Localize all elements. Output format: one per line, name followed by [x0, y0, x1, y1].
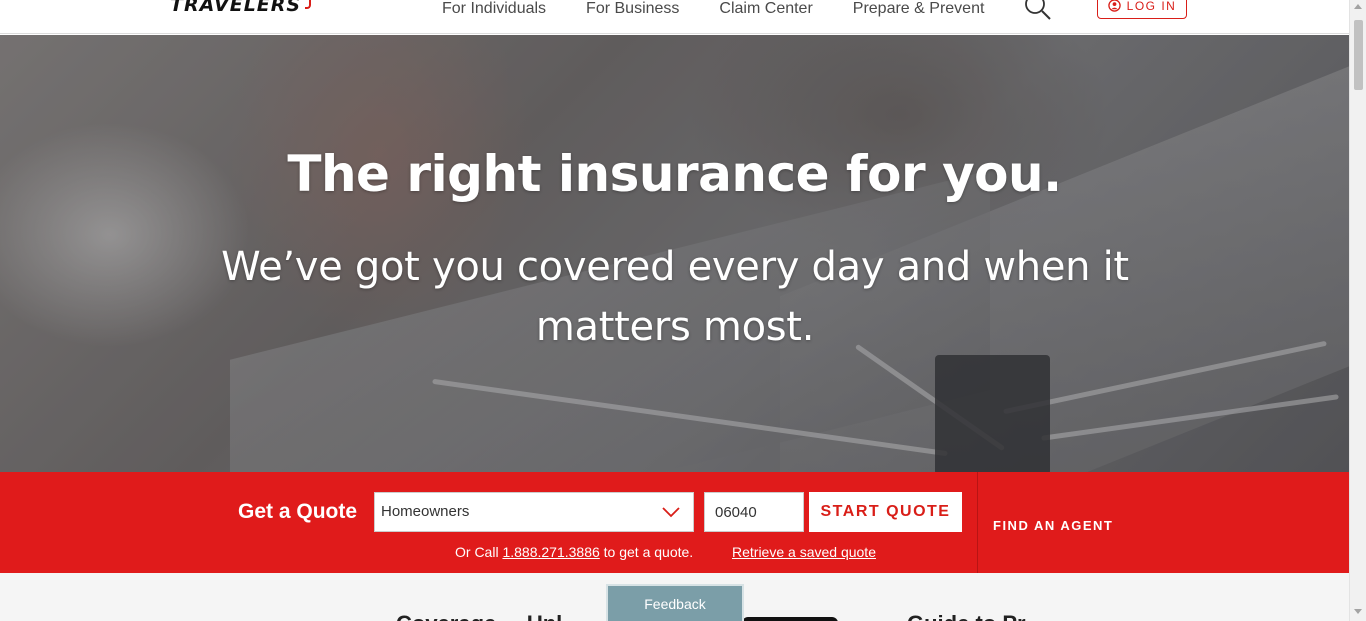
nav-for-business[interactable]: For Business — [586, 0, 679, 18]
product-select-value: Homeowners — [381, 503, 470, 520]
dark-badge — [742, 617, 838, 621]
user-icon — [1107, 0, 1121, 12]
nav-prepare-prevent[interactable]: Prepare & Prevent — [853, 0, 985, 18]
section-heading-left: Coverage ... Unl — [396, 611, 562, 621]
nav-for-individuals[interactable]: For Individuals — [442, 0, 546, 18]
logo-text: TRAVELERS — [170, 0, 302, 16]
nav-claim-center[interactable]: Claim Center — [719, 0, 812, 18]
call-suffix: to get a quote. — [599, 544, 694, 560]
hero-banner: The right insurance for you. We’ve got y… — [0, 35, 1349, 472]
divider — [977, 472, 978, 573]
hero-title: The right insurance for you. — [287, 145, 1062, 203]
feedback-button[interactable]: Feedback — [606, 584, 744, 621]
login-button[interactable]: LOG IN — [1097, 0, 1187, 19]
start-quote-button[interactable]: START QUOTE — [809, 492, 962, 532]
site-header: TRAVELERS For Individuals For Business C… — [0, 0, 1349, 34]
product-select[interactable]: Homeowners — [374, 492, 694, 532]
page-scrollbar[interactable] — [1349, 0, 1366, 621]
travelers-logo[interactable]: TRAVELERS — [170, 0, 312, 16]
phone-link[interactable]: 1.888.271.3886 — [502, 544, 599, 560]
retrieve-saved-quote-link[interactable]: Retrieve a saved quote — [732, 544, 876, 560]
umbrella-mark-icon — [305, 0, 312, 9]
login-label: LOG IN — [1126, 0, 1177, 13]
search-icon[interactable] — [1024, 0, 1052, 20]
quote-bar: Get a Quote Homeowners START QUOTE Or Ca… — [0, 472, 1349, 573]
page: TRAVELERS For Individuals For Business C… — [0, 0, 1349, 621]
main-nav: For Individuals For Business Claim Cente… — [442, 0, 1024, 18]
chevron-down-icon — [662, 507, 680, 518]
section-heading-right: Guide to Pr — [907, 611, 1026, 621]
scroll-down-arrow-icon[interactable] — [1354, 609, 1362, 614]
scroll-up-arrow-icon[interactable] — [1354, 4, 1362, 9]
get-a-quote-label: Get a Quote — [238, 500, 358, 523]
zip-code-input[interactable] — [704, 492, 804, 532]
find-an-agent-link[interactable]: FIND AN AGENT — [993, 518, 1113, 533]
hero-subtitle: We’ve got you covered every day and when… — [221, 244, 1129, 350]
scroll-thumb[interactable] — [1354, 20, 1363, 90]
call-prefix: Or Call — [455, 544, 503, 560]
call-line: Or Call 1.888.271.3886 to get a quote. — [455, 544, 693, 560]
